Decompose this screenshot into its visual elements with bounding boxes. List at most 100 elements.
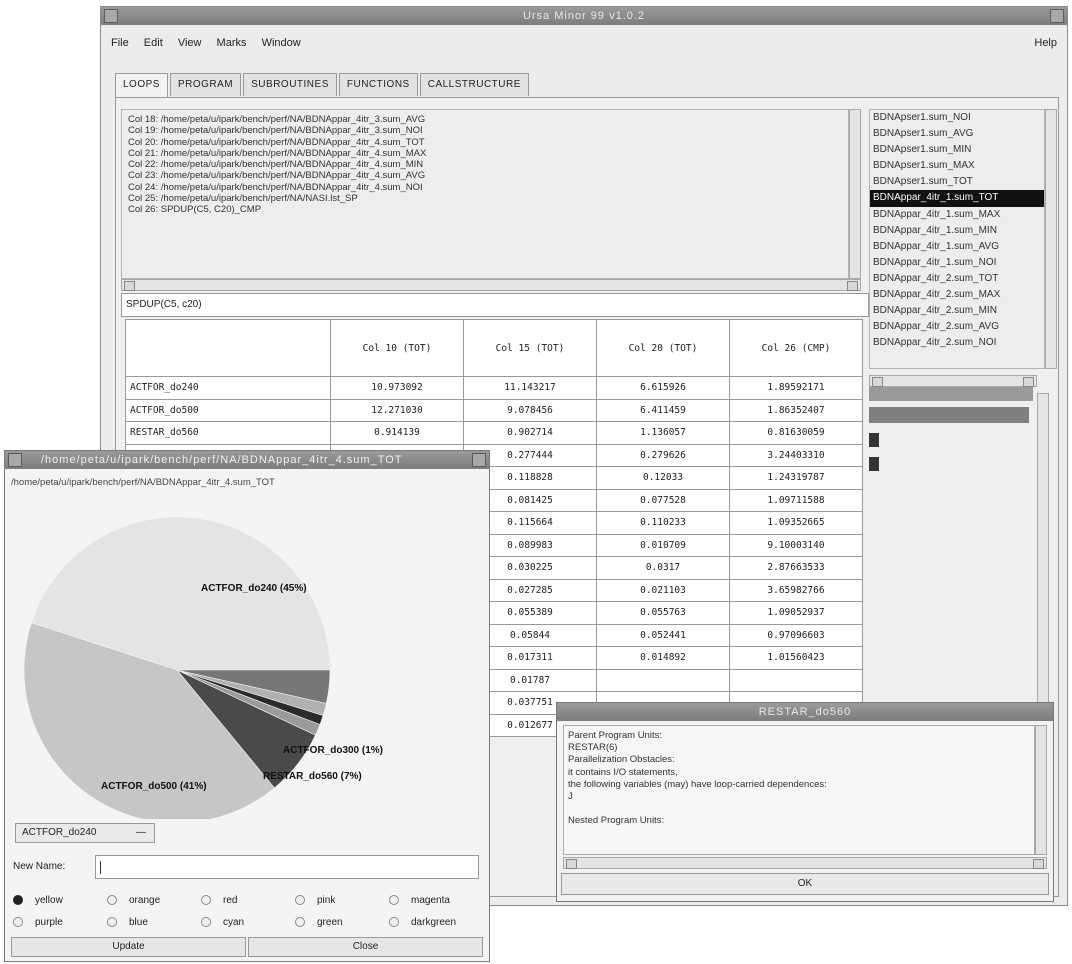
file-list-item[interactable]: BDNAppar_4itr_1.sum_AVG [870, 239, 1044, 255]
column-def-item[interactable]: Col 24: /home/peta/u/ipark/bench/perf/NA… [128, 182, 842, 193]
loop-name-cell[interactable]: ACTFOR_do500 [125, 398, 331, 422]
menu-edit[interactable]: Edit [144, 37, 163, 49]
data-file-list[interactable]: BDNApser1.sum_NOI BDNApser1.sum_AVG BDNAps… [869, 109, 1045, 369]
file-list-vscrollbar[interactable] [1045, 109, 1057, 369]
pie-window-titlebar[interactable]: /home/peta/u/ipark/bench/perf/NA/BDNAppa… [5, 451, 489, 469]
value-cell[interactable]: 1.09052937 [729, 601, 863, 625]
radio-indicator[interactable] [13, 895, 23, 905]
column-list-vscrollbar[interactable] [849, 109, 861, 279]
scroll-right-icon[interactable] [847, 281, 858, 291]
tab-program[interactable]: PROGRAM [169, 73, 242, 96]
value-cell[interactable]: 3.24403310 [729, 443, 863, 467]
info-dialog-titlebar[interactable]: RESTAR_do560 [557, 703, 1053, 721]
column-header[interactable]: Col 26 (CMP) [729, 319, 863, 377]
value-cell[interactable]: 0.010709 [596, 533, 730, 557]
scroll-right-icon[interactable] [1033, 859, 1044, 869]
close-button[interactable]: Close [248, 937, 483, 957]
column-header[interactable]: Col 10 (TOT) [330, 319, 464, 377]
value-cell[interactable]: 11.143217 [463, 376, 597, 400]
color-radio-red[interactable]: red [201, 895, 295, 906]
radio-indicator[interactable] [389, 895, 399, 905]
ok-button[interactable]: OK [561, 873, 1049, 895]
column-def-item[interactable]: Col 25: /home/peta/u/ipark/bench/perf/NA… [128, 193, 842, 204]
file-list-item[interactable]: BDNAppar_4itr_2.sum_NOI [870, 335, 1044, 351]
value-cell[interactable] [729, 668, 863, 692]
maximize-icon[interactable] [472, 453, 486, 467]
update-button[interactable]: Update [11, 937, 246, 957]
value-cell[interactable]: 6.615926 [596, 376, 730, 400]
column-def-item[interactable]: Col 18: /home/peta/u/ipark/bench/perf/NA… [128, 114, 842, 125]
file-list-item[interactable]: BDNAppar_4itr_2.sum_MAX [870, 287, 1044, 303]
file-list-item[interactable]: BDNApser1.sum_MIN [870, 142, 1044, 158]
segment-dropdown[interactable]: ACTFOR_do240 — [15, 823, 155, 843]
new-name-input[interactable] [95, 855, 479, 879]
value-cell[interactable] [596, 668, 730, 692]
menu-view[interactable]: View [178, 37, 202, 49]
window-menu-icon[interactable] [104, 9, 118, 23]
table-row[interactable]: ACTFOR_do500 12.271030 9.078456 6.411459 1.8… [125, 398, 863, 422]
value-cell[interactable]: 12.271030 [330, 398, 464, 422]
file-list-item[interactable]: BDNApser1.sum_MAX [870, 158, 1044, 174]
main-titlebar[interactable]: Ursa Minor 99 v1.0.2 [101, 7, 1067, 25]
value-cell[interactable]: 9.10003140 [729, 533, 863, 557]
loop-name-cell[interactable]: RESTAR_do560 [125, 421, 331, 445]
value-cell[interactable]: 0.914139 [330, 421, 464, 445]
column-definition-list[interactable]: Col 18: /home/peta/u/ipark/bench/perf/NA… [121, 109, 849, 279]
scroll-left-icon[interactable] [872, 377, 883, 387]
file-list-item[interactable]: BDNAppar_4itr_1.sum_MIN [870, 223, 1044, 239]
value-cell[interactable]: 1.09711588 [729, 488, 863, 512]
value-cell[interactable]: 6.411459 [596, 398, 730, 422]
radio-indicator[interactable] [201, 895, 211, 905]
radio-indicator[interactable] [107, 917, 117, 927]
value-cell[interactable]: 0.021103 [596, 578, 730, 602]
value-cell[interactable]: 0.279626 [596, 443, 730, 467]
color-radio-yellow[interactable]: yellow [13, 895, 107, 906]
file-list-item[interactable]: BDNApser1.sum_NOI [870, 110, 1044, 126]
column-header[interactable]: Col 20 (TOT) [596, 319, 730, 377]
maximize-icon[interactable] [1050, 9, 1064, 23]
color-radio-green[interactable]: green [295, 917, 389, 928]
column-def-item[interactable]: Col 19: /home/peta/u/ipark/bench/perf/NA… [128, 125, 842, 136]
menu-file[interactable]: File [111, 37, 129, 49]
file-list-item[interactable]: BDNAppar_4itr_1.sum_MAX [870, 207, 1044, 223]
scroll-right-icon[interactable] [1023, 377, 1034, 387]
column-def-item[interactable]: Col 20: /home/peta/u/ipark/bench/perf/NA… [128, 137, 842, 148]
value-cell[interactable]: 1.136057 [596, 421, 730, 445]
file-list-item[interactable]: BDNAppar_4itr_1.sum_NOI [870, 255, 1044, 271]
info-vscrollbar[interactable] [1035, 725, 1047, 855]
radio-indicator[interactable] [295, 917, 305, 927]
radio-indicator[interactable] [107, 895, 117, 905]
file-list-item[interactable]: BDNApser1.sum_TOT [870, 174, 1044, 190]
value-cell[interactable]: 0.12033 [596, 466, 730, 490]
loop-name-cell[interactable]: ACTFOR_do240 [125, 376, 331, 400]
formula-input[interactable]: SPDUP(C5, c20) [121, 293, 869, 317]
table-row[interactable]: RESTAR_do560 0.914139 0.902714 1.136057 0.81… [125, 421, 863, 445]
tab-loops[interactable]: LOOPS [115, 73, 168, 98]
tab-functions[interactable]: FUNCTIONS [338, 73, 418, 96]
value-cell[interactable]: 0.014892 [596, 646, 730, 670]
file-list-item[interactable]: BDNAppar_4itr_2.sum_AVG [870, 319, 1044, 335]
column-list-hscrollbar[interactable] [121, 279, 861, 291]
color-radio-purple[interactable]: purple [13, 917, 107, 928]
color-radio-blue[interactable]: blue [107, 917, 201, 928]
window-menu-icon[interactable] [8, 453, 22, 467]
color-radio-pink[interactable]: pink [295, 895, 389, 906]
value-cell[interactable]: 0.077528 [596, 488, 730, 512]
menu-marks[interactable]: Marks [217, 37, 247, 49]
value-cell[interactable]: 0.81630059 [729, 421, 863, 445]
value-cell[interactable]: 0.052441 [596, 623, 730, 647]
column-def-item[interactable]: Col 23: /home/peta/u/ipark/bench/perf/NA… [128, 170, 842, 181]
color-radio-orange[interactable]: orange [107, 895, 201, 906]
radio-indicator[interactable] [389, 917, 399, 927]
info-hscrollbar[interactable] [563, 857, 1047, 869]
file-list-item[interactable]: BDNAppar_4itr_2.sum_TOT [870, 271, 1044, 287]
column-def-item[interactable]: Col 21: /home/peta/u/ipark/bench/perf/NA… [128, 148, 842, 159]
radio-indicator[interactable] [13, 917, 23, 927]
value-cell[interactable]: 1.89592171 [729, 376, 863, 400]
bar-panel-vscrollbar[interactable] [1037, 393, 1049, 713]
table-row[interactable]: ACTFOR_do240 10.973092 11.143217 6.615926 1.… [125, 376, 863, 400]
value-cell[interactable]: 9.078456 [463, 398, 597, 422]
color-radio-darkgreen[interactable]: darkgreen [389, 917, 483, 928]
value-cell[interactable]: 1.09352665 [729, 511, 863, 535]
loop-info-text[interactable]: Parent Program Units: RESTAR(6) Paralleliz… [563, 725, 1035, 855]
